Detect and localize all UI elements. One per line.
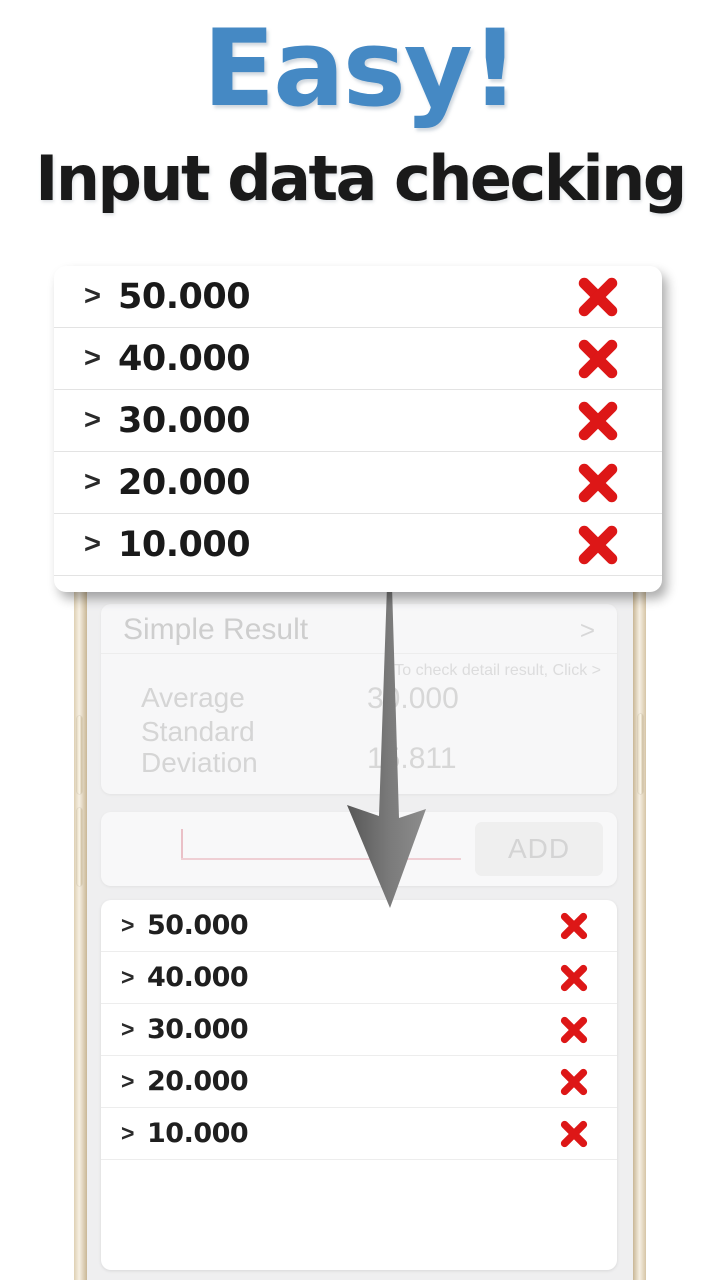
list-item[interactable]: > 40.000 (101, 952, 617, 1004)
red-x-icon[interactable] (559, 1119, 589, 1149)
detail-result-hint: * To check detail result, Click > (383, 662, 601, 679)
page-title: Input data checking (35, 142, 687, 215)
headline-block: Easy! Input data checking (0, 0, 720, 240)
list-item[interactable]: > 30.000 (101, 1004, 617, 1056)
text-caret (181, 829, 183, 858)
promo-screenshot: Easy! Input data checking Simple Result … (0, 0, 720, 1280)
chevron-right-icon: > (84, 466, 101, 498)
volume-down-button[interactable] (77, 808, 82, 886)
result-rows: Average 30.000 Standard Deviation 15.811 (101, 682, 617, 779)
chevron-right-icon: > (84, 404, 101, 436)
chevron-right-icon: > (84, 342, 101, 374)
list-item-value: 20.000 (147, 1066, 249, 1097)
red-x-icon[interactable] (559, 963, 589, 993)
chevron-right-icon: > (84, 280, 101, 312)
list-item-value: 50.000 (118, 276, 251, 317)
red-x-icon[interactable] (559, 1067, 589, 1097)
red-x-icon[interactable] (576, 399, 620, 443)
list-item[interactable]: > 20.000 (101, 1056, 617, 1108)
simple-result-card[interactable]: Simple Result > * To check detail result… (101, 604, 617, 794)
chevron-right-icon: > (121, 1068, 135, 1094)
standard-deviation-value: 15.811 (367, 742, 457, 775)
result-row-standard-deviation: Standard Deviation 15.811 (101, 716, 617, 779)
list-item-value: 50.000 (147, 910, 249, 941)
red-x-icon[interactable] (576, 523, 620, 567)
chevron-right-icon: > (121, 1120, 135, 1146)
list-item-value: 40.000 (147, 962, 249, 993)
zoomed-data-list-overlay: > 50.000 > 40.000 > 30.000 > 20.000 > 10… (54, 266, 662, 592)
headline-accent: Easy! (202, 7, 519, 130)
chevron-right-icon: > (84, 528, 101, 560)
add-button[interactable]: ADD (475, 822, 603, 876)
volume-up-button[interactable] (77, 716, 82, 794)
phone-frame-left (74, 586, 87, 1280)
phone-data-list: > 50.000 > 40.000 > 30.000 > 20.000 > 10… (101, 900, 617, 1270)
list-item[interactable]: > 50.000 (54, 266, 662, 328)
phone-device: Simple Result > * To check detail result… (74, 586, 646, 1280)
list-item-value: 20.000 (118, 462, 251, 503)
average-value: 30.000 (367, 682, 459, 715)
chevron-right-icon: > (121, 964, 135, 990)
red-x-icon[interactable] (559, 1015, 589, 1045)
list-item-value: 30.000 (118, 400, 251, 441)
list-item[interactable]: > 10.000 (54, 514, 662, 576)
list-item[interactable]: > 50.000 (101, 900, 617, 952)
value-input[interactable] (181, 858, 461, 860)
list-item[interactable]: > 30.000 (54, 390, 662, 452)
list-item-value: 40.000 (118, 338, 251, 379)
red-x-icon[interactable] (576, 275, 620, 319)
average-label: Average (141, 682, 245, 713)
power-button[interactable] (638, 714, 643, 794)
data-entry-card: ADD (101, 812, 617, 886)
list-item[interactable]: > 20.000 (54, 452, 662, 514)
list-item-value: 10.000 (118, 524, 251, 565)
simple-result-header[interactable]: Simple Result > (101, 604, 617, 654)
red-x-icon[interactable] (559, 911, 589, 941)
chevron-right-icon[interactable]: > (580, 615, 595, 646)
simple-result-title: Simple Result (123, 613, 309, 646)
list-item-value: 30.000 (147, 1014, 249, 1045)
red-x-icon[interactable] (576, 461, 620, 505)
chevron-right-icon: > (121, 1016, 135, 1042)
phone-frame-right (633, 586, 646, 1280)
list-item-value: 10.000 (147, 1118, 249, 1149)
standard-deviation-label: Standard Deviation (141, 716, 258, 779)
list-item[interactable]: > 40.000 (54, 328, 662, 390)
result-row-average: Average 30.000 (101, 682, 617, 716)
chevron-right-icon: > (121, 912, 135, 938)
red-x-icon[interactable] (576, 337, 620, 381)
list-item[interactable]: > 10.000 (101, 1108, 617, 1160)
phone-screen: Simple Result > * To check detail result… (87, 590, 633, 1280)
